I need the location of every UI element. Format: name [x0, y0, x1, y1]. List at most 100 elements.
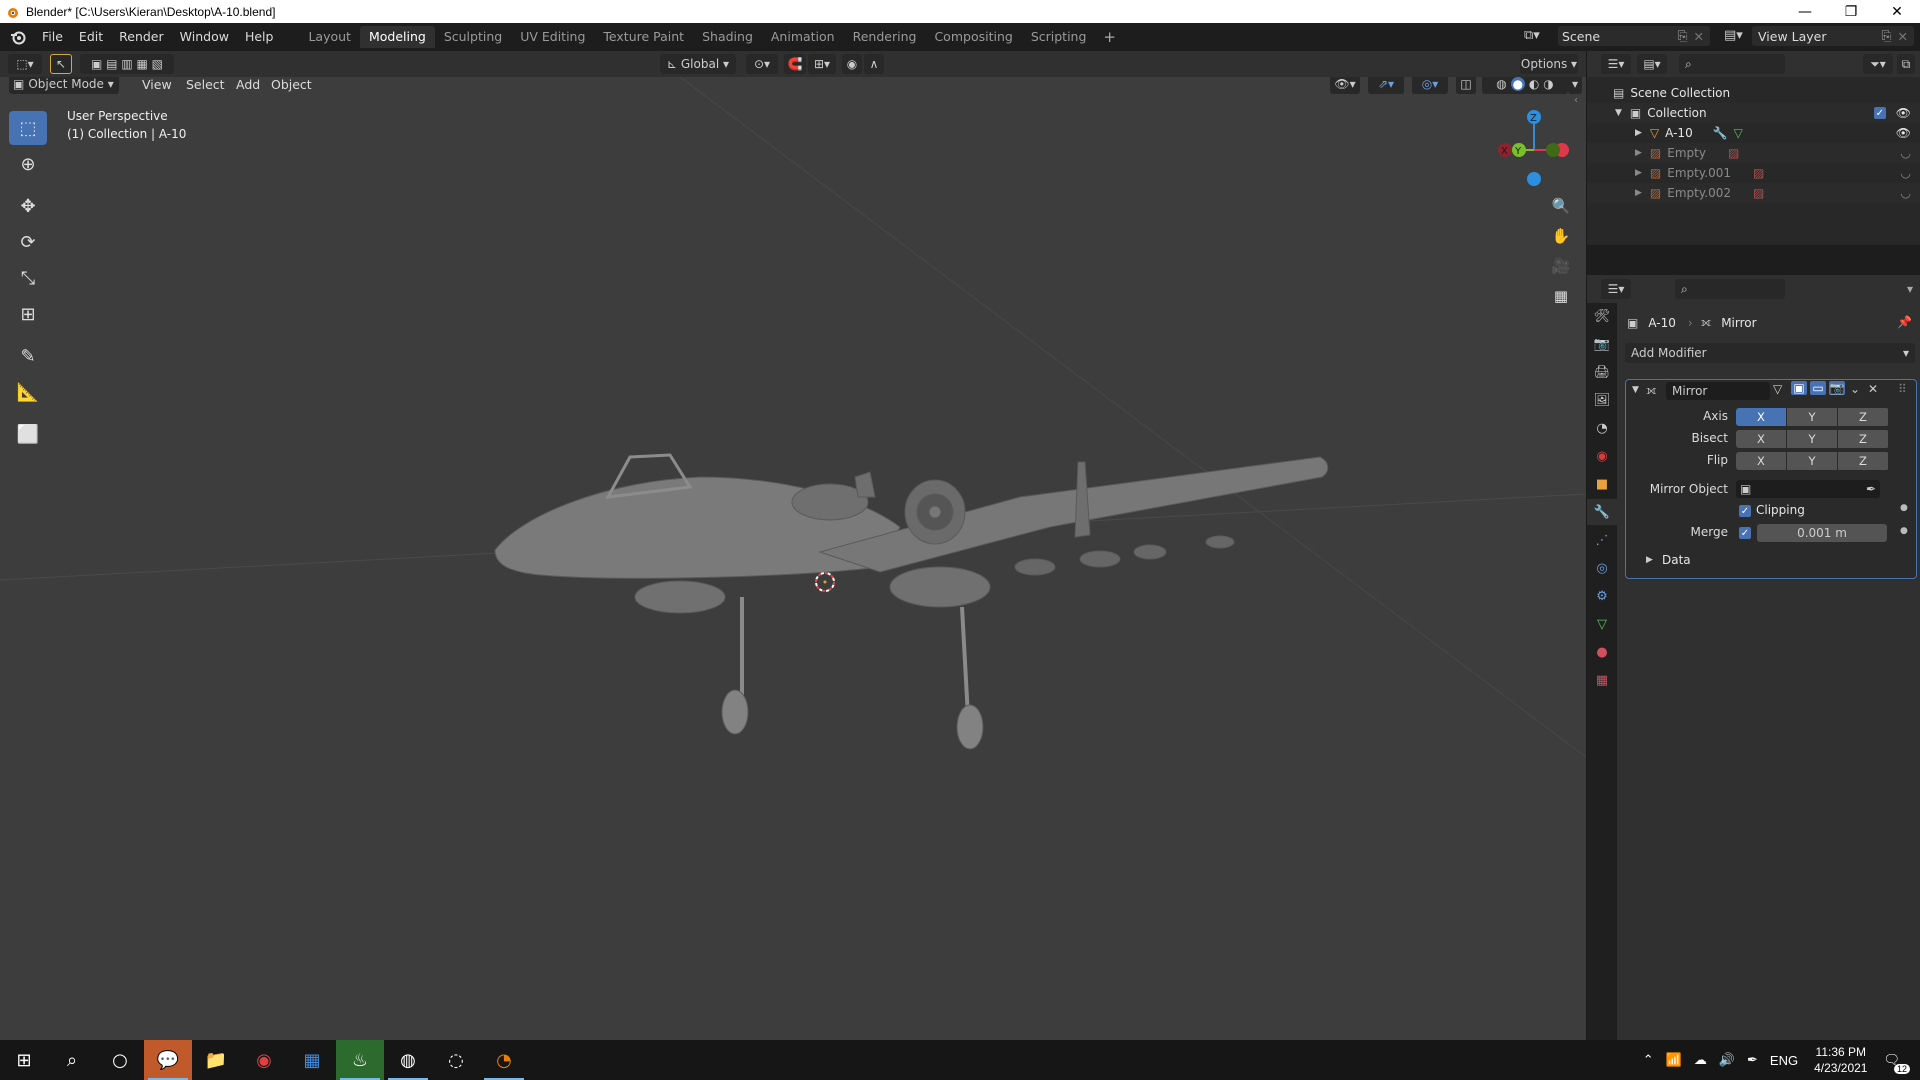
- constraints-tab-icon[interactable]: ⚙: [1587, 583, 1617, 609]
- pen-icon[interactable]: ✒: [1741, 1052, 1764, 1068]
- language-indicator[interactable]: ENG: [1764, 1053, 1804, 1068]
- tab-sculpting[interactable]: Sculpting: [435, 26, 511, 48]
- select-box-tool-icon[interactable]: ⬚: [9, 111, 47, 145]
- perspective-toggle-icon[interactable]: ▦: [1548, 283, 1574, 309]
- flip-z-toggle[interactable]: Z: [1838, 452, 1888, 470]
- view-layer-tab-icon[interactable]: 🖼: [1587, 387, 1617, 413]
- transform-tool-icon[interactable]: ⊞: [9, 297, 47, 331]
- outliner-row-empty-001[interactable]: ▶ ▨ Empty.001 ▨ ◡: [1587, 163, 1920, 183]
- eyedropper-icon[interactable]: ✒: [1866, 482, 1876, 496]
- data-subpanel-label[interactable]: Data: [1662, 553, 1691, 567]
- mesh-data-icon[interactable]: ▽: [1734, 126, 1743, 140]
- data-tab-icon[interactable]: ▽: [1587, 611, 1617, 637]
- scene-type-icon[interactable]: ⧉▾: [1524, 28, 1540, 43]
- visibility-eye-icon[interactable]: 👁: [1896, 106, 1911, 120]
- delete-scene-icon[interactable]: ✕: [1694, 29, 1704, 44]
- outliner-editor-type-button[interactable]: ☰▾: [1601, 54, 1631, 74]
- flip-y-toggle[interactable]: Y: [1787, 452, 1837, 470]
- 3d-cursor[interactable]: [815, 572, 835, 592]
- discord-app-icon[interactable]: 💬: [144, 1040, 192, 1080]
- bisect-x-toggle[interactable]: X: [1736, 430, 1786, 448]
- select-tool-mode-icon[interactable]: ↖: [50, 54, 72, 74]
- particles-tab-icon[interactable]: ⋰: [1587, 527, 1617, 553]
- modifier-name-field[interactable]: Mirror: [1666, 382, 1770, 400]
- file-explorer-icon[interactable]: 📁: [192, 1040, 240, 1080]
- visibility-eye-icon[interactable]: 👁: [1896, 126, 1911, 140]
- outliner-row-empty-002[interactable]: ▶ ▨ Empty.002 ▨ ◡: [1587, 183, 1920, 203]
- data-subpanel-arrow-icon[interactable]: ▶: [1646, 555, 1653, 565]
- clock[interactable]: 11:36 PM 4/23/2021: [1804, 1044, 1877, 1076]
- camera-view-icon[interactable]: 🎥: [1548, 253, 1574, 279]
- expand-arrow-icon[interactable]: ▼: [1615, 108, 1622, 118]
- keyframe-dot-icon[interactable]: ●: [1900, 503, 1908, 513]
- hidden-eye-icon[interactable]: ◡: [1901, 186, 1911, 200]
- expand-arrow-icon[interactable]: ▶: [1635, 128, 1642, 138]
- proportional-editing-toggle[interactable]: ◉: [842, 54, 862, 74]
- tab-compositing[interactable]: Compositing: [925, 26, 1021, 48]
- output-tab-icon[interactable]: 🖨: [1587, 359, 1617, 385]
- hidden-eye-icon[interactable]: ◡: [1901, 166, 1911, 180]
- on-cage-toggle-icon[interactable]: ▣: [1791, 381, 1807, 395]
- flip-x-toggle[interactable]: X: [1736, 452, 1786, 470]
- view-layer-icon[interactable]: ▤▾: [1724, 28, 1743, 43]
- menu-edit[interactable]: Edit: [71, 26, 111, 48]
- properties-options-dropdown[interactable]: ▾: [1907, 282, 1913, 296]
- chrome-icon[interactable]: ◉: [240, 1040, 288, 1080]
- scene-tab-icon[interactable]: ◔: [1587, 415, 1617, 441]
- cortana-icon[interactable]: ○: [96, 1040, 144, 1080]
- properties-editor-type-button[interactable]: ☰▾: [1601, 279, 1631, 299]
- shading-mode-buttons[interactable]: ◍ ● ◐ ◑: [1482, 77, 1568, 94]
- image-data-icon[interactable]: ▨: [1753, 186, 1764, 200]
- navigation-gizmo[interactable]: Z Y X: [1498, 110, 1569, 186]
- merge-checkbox[interactable]: ✓: [1739, 527, 1751, 539]
- menu-view[interactable]: View: [133, 77, 181, 92]
- capture-app-icon[interactable]: ◌: [432, 1040, 480, 1080]
- annotate-tool-icon[interactable]: ✎: [9, 339, 47, 373]
- material-tab-icon[interactable]: ●: [1587, 639, 1617, 665]
- view-layer-selector[interactable]: View Layer ⎘ ✕: [1752, 26, 1914, 46]
- bisect-z-toggle[interactable]: Z: [1838, 430, 1888, 448]
- windows-start-icon[interactable]: ⊞: [0, 1040, 48, 1080]
- onedrive-cloud-icon[interactable]: ☁: [1688, 1052, 1713, 1068]
- image-data-icon[interactable]: ▨: [1753, 166, 1764, 180]
- hidden-eye-icon[interactable]: ◡: [1901, 146, 1911, 160]
- tab-animation[interactable]: Animation: [762, 26, 844, 48]
- steam-icon[interactable]: ♨: [336, 1040, 384, 1080]
- pan-hand-icon[interactable]: ✋: [1548, 223, 1574, 249]
- modifier-wrench-icon[interactable]: 🔧: [1713, 126, 1728, 140]
- notifications-icon[interactable]: 🗨 12: [1877, 1052, 1910, 1074]
- solid-shading-icon[interactable]: ●: [1510, 77, 1526, 91]
- tool-tab-icon[interactable]: 🛠: [1587, 303, 1617, 329]
- outliner-filter-button[interactable]: ⏷▾: [1863, 54, 1893, 74]
- texture-tab-icon[interactable]: ▦: [1587, 667, 1617, 693]
- selection-mode-buttons[interactable]: ▣ ▤ ▥ ▦ ▧: [80, 54, 174, 74]
- menu-select[interactable]: Select: [177, 77, 234, 92]
- volume-icon[interactable]: 🔊: [1713, 1052, 1741, 1068]
- world-tab-icon[interactable]: ◉: [1587, 443, 1617, 469]
- snap-toggle[interactable]: 🧲: [784, 54, 806, 74]
- axis-x-toggle[interactable]: X: [1736, 408, 1786, 426]
- zoom-icon[interactable]: 🔍: [1548, 193, 1574, 219]
- pin-icon[interactable]: 📌: [1897, 315, 1912, 329]
- snap-target-dropdown[interactable]: ⊞▾: [808, 54, 836, 74]
- gizmos-toggle[interactable]: ⇗▾: [1368, 77, 1404, 94]
- menu-object[interactable]: Object: [262, 77, 321, 92]
- exclude-checkbox[interactable]: ✓: [1873, 107, 1886, 119]
- editor-type-button[interactable]: ⬚▾: [8, 54, 42, 74]
- search-icon[interactable]: ⌕: [48, 1040, 96, 1080]
- menu-file[interactable]: File: [34, 26, 71, 48]
- rotate-tool-icon[interactable]: ⟳: [9, 225, 47, 259]
- wireframe-shading-icon[interactable]: ◍: [1496, 77, 1506, 91]
- menu-render[interactable]: Render: [111, 26, 172, 48]
- menu-window[interactable]: Window: [172, 26, 237, 48]
- transform-orientation-dropdown[interactable]: ⊾ Global ▾: [660, 54, 736, 74]
- image-data-icon[interactable]: ▨: [1728, 146, 1739, 160]
- edit-mode-toggle-icon[interactable]: ▽: [1773, 382, 1782, 396]
- axis-z-toggle[interactable]: Z: [1838, 408, 1888, 426]
- tab-texture-paint[interactable]: Texture Paint: [594, 26, 693, 48]
- keyframe-dot-icon[interactable]: ●: [1900, 526, 1908, 536]
- tab-shading[interactable]: Shading: [693, 26, 762, 48]
- new-collection-button[interactable]: ⧉: [1897, 54, 1915, 74]
- tab-rendering[interactable]: Rendering: [844, 26, 926, 48]
- modifier-tab-icon[interactable]: 🔧: [1587, 499, 1617, 525]
